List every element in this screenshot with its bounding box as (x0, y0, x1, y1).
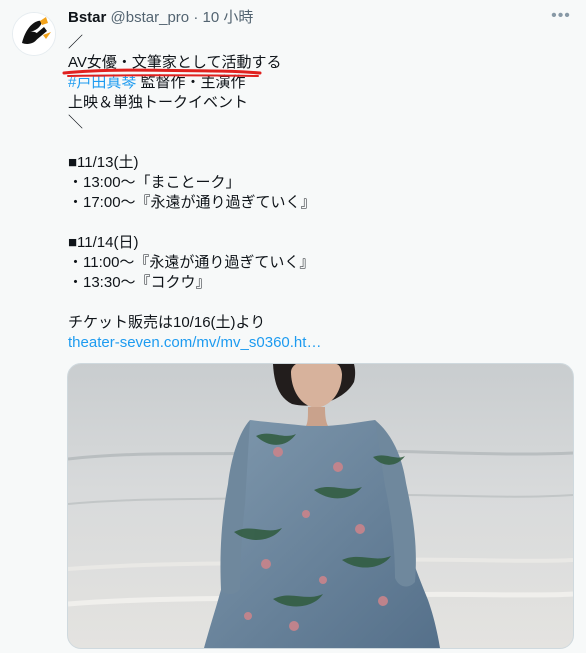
avatar[interactable] (12, 12, 56, 56)
text-line: チケット販売は10/16(土)より (68, 314, 266, 331)
text-line: ■11/14(日) (68, 234, 139, 251)
text-line: 上映＆単独トークイベント (68, 94, 249, 111)
bstar-logo-icon (13, 13, 55, 55)
photo-image (68, 364, 573, 648)
text-line: ・13:30～『コクウ』 (68, 274, 211, 291)
text-line: ■11/13(土) (68, 154, 139, 171)
text-line: ／ (68, 34, 84, 51)
tweet-photo[interactable] (67, 363, 574, 649)
author-handle[interactable]: @bstar_pro (111, 9, 190, 26)
separator-dot: · (193, 9, 199, 26)
text-line-link: theater-seven.com/mv/mv_s0360.ht… (68, 333, 568, 353)
author-name[interactable]: Bstar (68, 9, 106, 26)
text-line-highlighted: AV女優・文筆家として活動する (68, 53, 568, 73)
external-link[interactable]: theater-seven.com/mv/mv_s0360.ht… (68, 334, 321, 351)
text-line: ＼ (68, 114, 84, 131)
more-horizontal-icon: ••• (551, 7, 571, 24)
hashtag-link[interactable]: #戸田真琴 (68, 74, 136, 91)
text-line: ・13:00～「まことーク」 (68, 174, 241, 191)
more-options-button[interactable]: ••• (548, 6, 574, 26)
text-line-hashtag: #戸田真琴 監督作・主演作 (68, 73, 568, 93)
text-fragment: 監督作・主演作 (136, 74, 246, 91)
text-line: ・11:00～『永遠が通り過ぎていく』 (68, 254, 315, 271)
highlighted-text: AV女優・文筆家として活動する (68, 54, 282, 71)
text-line: ・17:00～『永遠が通り過ぎていく』 (68, 194, 316, 211)
timestamp[interactable]: 10 小時 (202, 9, 253, 26)
tweet-header: Bstar @bstar_pro · 10 小時 (68, 8, 253, 28)
tweet-text: ／ AV女優・文筆家として活動する #戸田真琴 監督作・主演作 上映＆単独トーク… (62, 33, 568, 353)
